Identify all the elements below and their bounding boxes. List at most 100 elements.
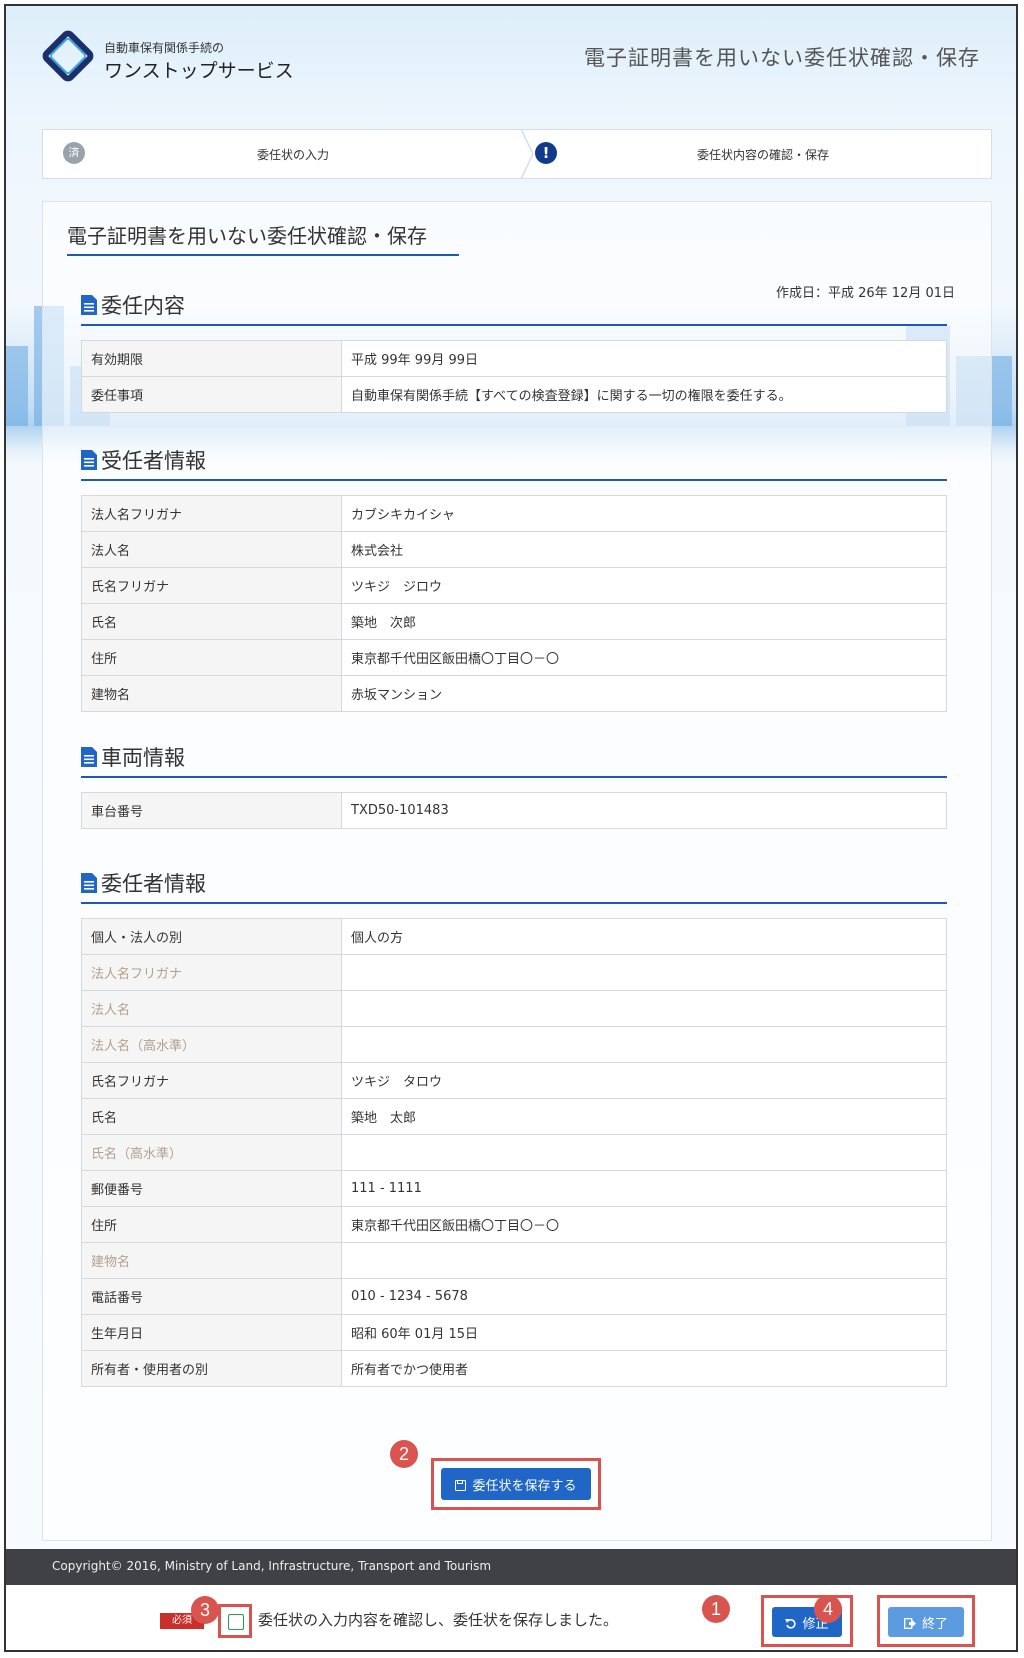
end-button[interactable]: 終了 (888, 1607, 964, 1637)
table-row: 氏名 築地 次郎 (81, 603, 947, 640)
header-page-title: 電子証明書を用いない委任状確認・保存 (584, 46, 980, 70)
row-key: 法人名フリガナ (81, 954, 342, 991)
row-key: 委任事項 (81, 376, 342, 413)
step-badge-4: 4 (814, 1595, 842, 1623)
section-underline (81, 479, 947, 481)
row-value: 111 - 1111 (341, 1170, 947, 1207)
row-value: ツキジ タロウ (341, 1062, 947, 1099)
row-value: ツキジ ジロウ (341, 567, 947, 604)
table-row: 法人名 株式会社 (81, 531, 947, 568)
row-key: 氏名フリガナ (81, 567, 342, 604)
end-button-label: 終了 (921, 1616, 948, 1632)
section-heading-principal: 委任者情報 (81, 868, 206, 898)
row-key: 建物名 (81, 1242, 342, 1279)
section-underline (81, 776, 947, 778)
row-key: 車台番号 (81, 792, 342, 829)
app-frame: 自動車保有関係手続の ワンストップサービス 電子証明書を用いない委任状確認・保存… (4, 4, 1018, 1652)
save-button-highlight: 委任状を保存する (431, 1458, 601, 1510)
section-heading-delegation: 委任内容 (81, 290, 185, 320)
row-key: 生年月日 (81, 1314, 342, 1351)
row-key: 住所 (81, 639, 342, 676)
document-icon (81, 747, 97, 767)
row-value: 昭和 60年 01月 15日 (341, 1314, 947, 1351)
confirm-checkbox[interactable] (228, 1614, 244, 1630)
step-label-input: 委任状の入力 (257, 148, 330, 162)
row-key: 法人名 (81, 990, 342, 1027)
step-current-exclamation-icon: ! (535, 142, 557, 164)
table-row: 氏名 築地 太郎 (81, 1098, 947, 1135)
table-row: 所有者・使用者の別 所有者でかつ使用者 (81, 1350, 947, 1387)
row-key: 所有者・使用者の別 (81, 1350, 342, 1387)
row-value: 010 - 1234 - 5678 (341, 1278, 947, 1315)
content-panel: 電子証明書を用いない委任状確認・保存 作成日：平成 26年 12月 01日 委任… (42, 201, 992, 1541)
panel-title: 電子証明書を用いない委任状確認・保存 (67, 224, 427, 248)
section-title: 委任者情報 (101, 872, 206, 896)
progress-steps: 済 委任状の入力 ! 委任状内容の確認・保存 (42, 129, 992, 179)
row-key: 氏名フリガナ (81, 1062, 342, 1099)
row-value: 赤坂マンション (341, 675, 947, 712)
document-icon (81, 295, 97, 315)
table-row: 郵便番号 111 - 1111 (81, 1170, 947, 1207)
brand-title: ワンストップサービス (104, 60, 294, 82)
row-key: 電話番号 (81, 1278, 342, 1315)
agent-table: 法人名フリガナ カブシキカイシャ 法人名 株式会社 氏名フリガナ ツキジ ジロウ 氏名 築地 … (81, 495, 947, 712)
step-badge-2: 2 (390, 1440, 418, 1468)
step-badge-3: 3 (191, 1596, 219, 1624)
row-value: 自動車保有関係手続【すべての検査登録】に関する一切の権限を委任する。 (341, 376, 947, 413)
table-row: 個人・法人の別 個人の方 (81, 918, 947, 955)
vehicle-table: 車台番号 TXD50-101483 (81, 792, 947, 829)
document-icon (81, 450, 97, 470)
row-key: 個人・法人の別 (81, 918, 342, 955)
step-badge-1: 1 (702, 1595, 730, 1623)
table-row: 法人名（高水準） (81, 1026, 947, 1063)
row-value (341, 954, 947, 991)
row-value (341, 990, 947, 1027)
step-done-icon: 済 (63, 142, 85, 164)
save-button-label: 委任状を保存する (472, 1478, 577, 1494)
floppy-disk-icon (455, 1479, 467, 1491)
table-row: 法人名フリガナ (81, 954, 947, 991)
section-heading-vehicle: 車両情報 (81, 742, 185, 772)
document-icon (81, 873, 97, 893)
row-key: 有効期限 (81, 340, 342, 377)
delegation-table: 有効期限 平成 99年 99月 99日 委任事項 自動車保有関係手続【すべての検査登録… (81, 340, 947, 413)
table-row: 法人名フリガナ カブシキカイシャ (81, 495, 947, 532)
save-letter-button[interactable]: 委任状を保存する (441, 1468, 591, 1500)
undo-icon (785, 1618, 797, 1629)
row-key: 氏名 (81, 1098, 342, 1135)
table-row: 建物名 (81, 1242, 947, 1279)
row-key: 法人名（高水準） (81, 1026, 342, 1063)
table-row: 生年月日 昭和 60年 01月 15日 (81, 1314, 947, 1351)
row-value: 株式会社 (341, 531, 947, 568)
confirm-checkbox-highlight (218, 1604, 252, 1638)
row-value: 所有者でかつ使用者 (341, 1350, 947, 1387)
footer-actions: 必須 委任状の入力内容を確認し、委任状を保存しました。 修正 終了 (6, 1585, 1016, 1650)
end-button-highlight: 終了 (877, 1595, 975, 1647)
table-row: 車台番号 TXD50-101483 (81, 792, 947, 829)
brand-subtitle: 自動車保有関係手続の (104, 41, 225, 55)
table-row: 建物名 赤坂マンション (81, 675, 947, 712)
created-date: 作成日：平成 26年 12月 01日 (775, 286, 955, 301)
row-value (341, 1026, 947, 1063)
logo-icon (42, 30, 94, 82)
row-key: 建物名 (81, 675, 342, 712)
row-key: 郵便番号 (81, 1170, 342, 1207)
row-key: 氏名 (81, 603, 342, 640)
row-key: 法人名フリガナ (81, 495, 342, 532)
table-row: 氏名フリガナ ツキジ タロウ (81, 1062, 947, 1099)
table-row: 電話番号 010 - 1234 - 5678 (81, 1278, 947, 1315)
copyright-text: Copyright© 2016, Ministry of Land, Infra… (52, 1559, 492, 1573)
row-value: 個人の方 (341, 918, 947, 955)
row-value: TXD50-101483 (341, 792, 947, 829)
row-key: 住所 (81, 1206, 342, 1243)
confirm-checkbox-label[interactable]: 委任状の入力内容を確認し、委任状を保存しました。 (258, 1609, 618, 1630)
row-key: 法人名 (81, 531, 342, 568)
row-value (341, 1134, 947, 1171)
table-row: 住所 東京都千代田区飯田橋〇丁目〇－〇 (81, 1206, 947, 1243)
section-underline (81, 902, 947, 904)
table-row: 氏名フリガナ ツキジ ジロウ (81, 567, 947, 604)
step-label-confirm: 委任状内容の確認・保存 (697, 148, 830, 162)
table-row: 委任事項 自動車保有関係手続【すべての検査登録】に関する一切の権限を委任する。 (81, 376, 947, 413)
sign-out-icon (904, 1617, 916, 1629)
row-value: 東京都千代田区飯田橋〇丁目〇－〇 (341, 1206, 947, 1243)
